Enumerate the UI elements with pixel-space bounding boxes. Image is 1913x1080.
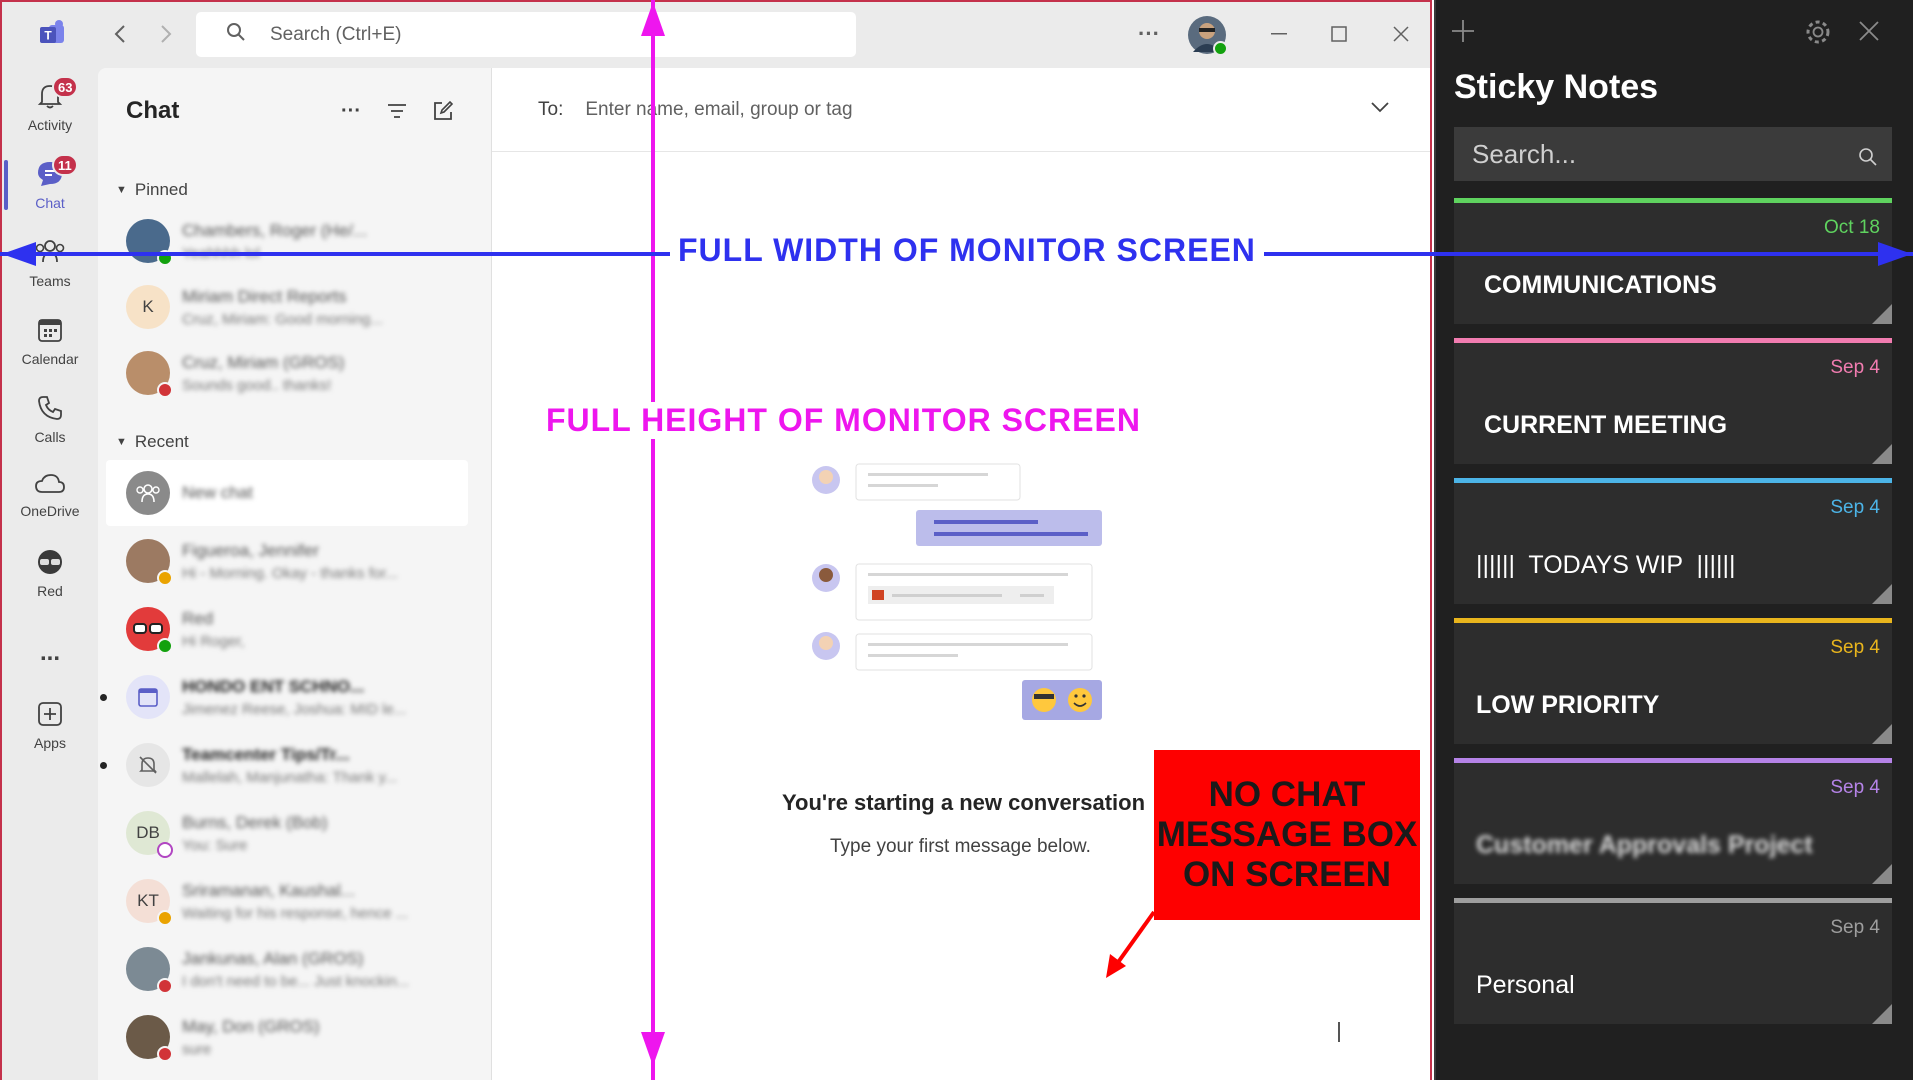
no-message-box-callout: NO CHAT MESSAGE BOX ON SCREEN bbox=[1154, 750, 1420, 920]
full-width-annotation: FULL WIDTH OF MONITOR SCREEN bbox=[670, 232, 1264, 269]
screen: T Search (Ctrl+E) ··· Activity 63 Chat 1… bbox=[0, 0, 1913, 1080]
height-arrow-heads bbox=[2, 2, 1912, 1066]
full-height-annotation: FULL HEIGHT OF MONITOR SCREEN bbox=[540, 402, 1147, 439]
